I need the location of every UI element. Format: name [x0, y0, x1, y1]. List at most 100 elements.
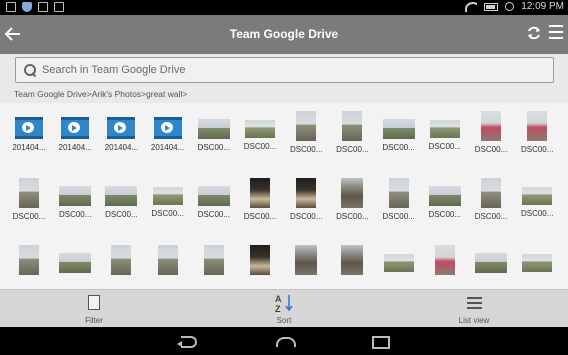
video-thumbnail-icon: [61, 117, 90, 139]
photo-file-tile[interactable]: DSC00...: [514, 178, 560, 218]
photo-thumbnail: [111, 245, 132, 275]
photo-thumbnail: [197, 119, 230, 139]
photo-file-tile[interactable]: [468, 245, 514, 277]
status-bar: 12:09 PM: [0, 0, 568, 15]
photo-file-tile[interactable]: DSC00...: [468, 111, 514, 154]
file-name: DSC00...: [520, 209, 554, 218]
search-box[interactable]: [15, 57, 554, 83]
shield-notification-icon: [22, 2, 32, 12]
file-name: DSC00...: [428, 142, 462, 151]
photo-file-tile[interactable]: [283, 245, 329, 279]
photo-file-tile[interactable]: DSC00...: [514, 111, 560, 154]
photo-grid[interactable]: 201404... 201404... 201404... 201404... DSC0…: [0, 103, 568, 289]
file-name: DSC00...: [336, 212, 369, 221]
video-file-tile[interactable]: 201404...: [145, 111, 191, 152]
photo-file-tile[interactable]: [191, 245, 237, 279]
nav-home-icon[interactable]: [274, 334, 296, 348]
photo-thumbnail: [197, 186, 230, 206]
sync-button[interactable]: [526, 25, 542, 41]
photo-file-tile[interactable]: DSC00...: [468, 178, 514, 221]
photo-file-tile[interactable]: DSC00...: [376, 178, 422, 221]
list-view-icon: [466, 294, 482, 312]
file-name: DSC00...: [520, 145, 554, 154]
photo-file-tile[interactable]: DSC00...: [329, 178, 375, 221]
photo-thumbnail: [475, 253, 507, 273]
file-name: DSC00...: [151, 209, 184, 218]
photo-thumbnail: [157, 245, 178, 275]
photo-file-tile[interactable]: DSC00...: [329, 111, 375, 154]
file-name: DSC00...: [197, 210, 231, 219]
photo-thumbnail: [19, 245, 39, 275]
photo-thumbnail: [429, 120, 460, 138]
photo-file-tile[interactable]: [52, 245, 98, 277]
photo-thumbnail: [203, 245, 224, 275]
list-view-button[interactable]: List view: [434, 293, 514, 325]
sync-icon: [528, 26, 540, 40]
photo-file-tile[interactable]: [145, 245, 191, 279]
breadcrumb[interactable]: Team Google Drive>Arik's Photos>great wa…: [14, 89, 187, 99]
app-screen: 12:09 PM Team Google Drive Team Google D…: [0, 0, 568, 355]
photo-file-tile[interactable]: DSC00...: [237, 178, 283, 221]
photo-file-tile[interactable]: [98, 245, 144, 279]
file-name: DSC00...: [243, 212, 277, 221]
photo-file-tile[interactable]: DSC00...: [191, 111, 237, 152]
file-name: DSC00...: [197, 143, 231, 152]
photo-thumbnail: [341, 245, 364, 275]
photo-thumbnail: [296, 178, 317, 208]
photo-file-tile[interactable]: [514, 245, 560, 276]
photo-thumbnail: [59, 253, 92, 273]
photo-file-tile[interactable]: DSC00...: [283, 111, 329, 154]
photo-file-tile[interactable]: [237, 245, 283, 279]
photo-file-tile[interactable]: DSC00...: [283, 178, 329, 221]
photo-thumbnail: [105, 186, 138, 206]
file-name: DSC00...: [289, 212, 323, 221]
wifi-icon: [465, 1, 478, 12]
menu-button[interactable]: [549, 25, 563, 39]
photo-file-tile[interactable]: DSC00...: [6, 178, 52, 221]
photo-file-tile[interactable]: DSC00...: [422, 178, 468, 219]
file-name: DSC00...: [428, 210, 462, 219]
photo-file-tile[interactable]: [422, 245, 468, 279]
photo-file-tile[interactable]: DSC00...: [98, 178, 144, 219]
system-indicators: 12:09 PM: [465, 1, 564, 12]
video-file-tile[interactable]: 201404...: [6, 111, 52, 152]
photo-thumbnail: [152, 187, 183, 205]
file-name: DSC00...: [382, 143, 415, 152]
android-nav-bar: [0, 327, 568, 355]
photo-file-tile[interactable]: DSC00...: [237, 111, 283, 151]
photo-file-tile[interactable]: [376, 245, 422, 276]
filter-button[interactable]: Filter: [54, 293, 134, 325]
gallery-notification-icon: [6, 2, 16, 12]
bottom-toolbar: Filter A Z Sort List view: [0, 289, 568, 327]
video-file-tile[interactable]: 201404...: [98, 111, 144, 152]
video-file-tile[interactable]: 201404...: [52, 111, 98, 152]
image-notification-icon: [54, 2, 64, 12]
photo-thumbnail: [388, 178, 409, 208]
photo-file-tile[interactable]: [6, 245, 52, 279]
file-name: DSC00...: [474, 212, 508, 221]
sort-button[interactable]: A Z Sort: [244, 293, 324, 325]
photo-thumbnail: [295, 245, 318, 275]
photo-thumbnail: [296, 111, 317, 141]
nav-recent-icon[interactable]: [369, 334, 390, 349]
clipboard-notification-icon: [38, 2, 48, 12]
photo-file-tile[interactable]: DSC00...: [376, 111, 422, 152]
battery-icon: [484, 2, 499, 11]
photo-file-tile[interactable]: DSC00...: [145, 178, 191, 218]
photo-thumbnail: [522, 187, 553, 205]
search-input[interactable]: [42, 64, 522, 76]
page-title: Team Google Drive: [229, 27, 339, 41]
video-thumbnail-icon: [15, 117, 43, 139]
menu-icon: [549, 25, 563, 27]
file-name: DSC00...: [382, 212, 415, 221]
photo-file-tile[interactable]: [329, 245, 375, 279]
file-name: DSC00...: [289, 145, 323, 154]
photo-file-tile[interactable]: DSC00...: [52, 178, 98, 219]
photo-file-tile[interactable]: DSC00...: [422, 111, 468, 151]
nav-back-icon[interactable]: [177, 334, 197, 348]
photo-file-tile[interactable]: DSC00...: [191, 178, 237, 219]
file-name: DSC00...: [12, 212, 46, 221]
photo-thumbnail: [481, 111, 501, 141]
file-name: DSC00...: [336, 145, 369, 154]
photo-thumbnail: [250, 245, 270, 275]
